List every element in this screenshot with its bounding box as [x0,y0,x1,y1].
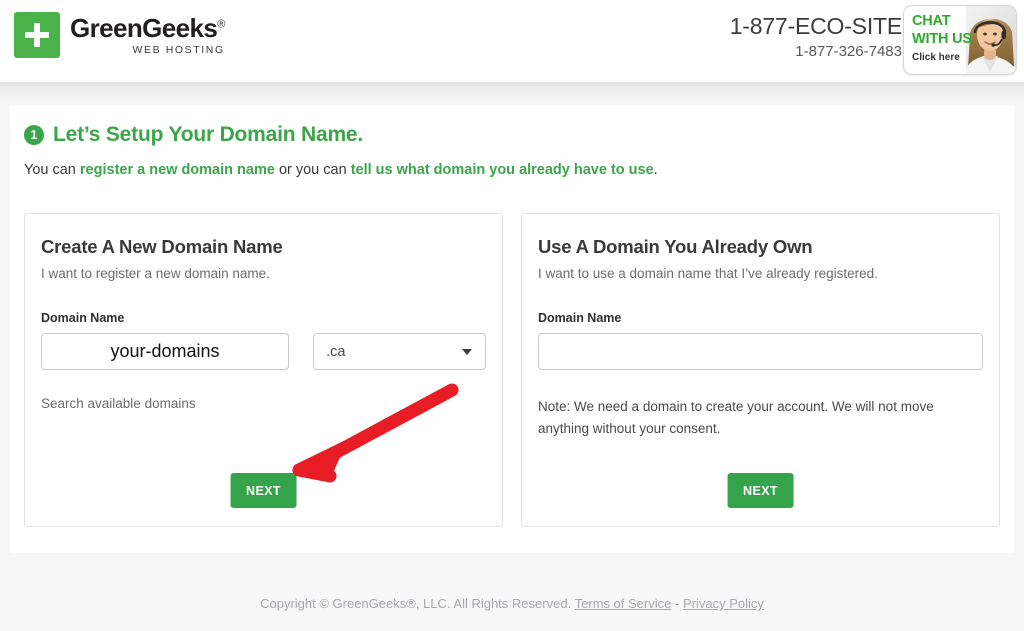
step-number-badge: 1 [24,125,44,145]
chevron-down-icon [462,348,472,355]
intro-part-1: You can [24,162,80,178]
tld-selected-value: .ca [326,343,346,360]
phone-vanity: 1-877-ECO-SITE [729,13,903,39]
search-available-domains-text: Search available domains [41,396,196,411]
use-existing-domain-card: Use A Domain You Already Own I want to u… [521,213,1000,527]
new-domain-name-input[interactable] [41,333,290,370]
support-agent-photo [966,6,1016,74]
logo-name-text: GreenGeeks [70,12,218,43]
use-existing-domain-link[interactable]: tell us what domain you already have to … [351,162,654,178]
chat-line-2: WITH US [912,30,972,47]
brand-logo[interactable]: GreenGeeks® WEB HOSTING [14,12,225,58]
page-title: Let’s Setup Your Domain Name. [53,123,364,146]
header-divider-band [0,82,1024,105]
existing-domain-name-input[interactable] [538,333,983,370]
card-title: Create A New Domain Name [41,236,283,257]
domain-input-row [538,333,983,370]
domain-requirement-note: Note: We need a domain to create your ac… [538,399,934,436]
logo-text: GreenGeeks® WEB HOSTING [70,15,225,56]
chat-line-1: CHAT [912,13,951,29]
logo-tagline: WEB HOSTING [132,43,225,56]
chat-with-us-button[interactable]: CHAT WITH US Click here [903,5,1017,75]
domain-name-label: Domain Name [41,311,125,325]
domain-name-label: Domain Name [538,311,622,325]
intro-part-2: or you can [274,162,351,178]
copyright-text: Copyright © GreenGeeks®, LLC. All Rights… [260,596,572,611]
next-button-left-card[interactable]: NEXT [230,473,297,508]
card-subtitle: I want to use a domain name that I’ve al… [538,266,878,281]
support-phone-block: 1-877-ECO-SITE 1-877-326-7483 [729,12,903,63]
next-button-right-card[interactable]: NEXT [727,473,794,508]
footer-separator: - [675,596,680,611]
card-title: Use A Domain You Already Own [538,236,813,257]
content-panel: 1 Let’s Setup Your Domain Name. You can … [10,105,1014,553]
domain-input-row: .ca [41,333,486,370]
card-subtitle: I want to register a new domain name. [41,266,270,281]
tld-dropdown[interactable]: .ca [313,333,486,370]
intro-text: You can register a new domain name or yo… [24,162,658,178]
terms-of-service-link[interactable]: Terms of Service [575,596,672,611]
logo-registered-mark: ® [217,18,225,31]
domain-option-cards: Create A New Domain Name I want to regis… [24,213,1000,527]
chat-cta: Click here [912,52,960,64]
logo-name: GreenGeeks® [70,15,225,41]
site-footer: Copyright © GreenGeeks®, LLC. All Rights… [0,596,1024,611]
create-new-domain-card: Create A New Domain Name I want to regis… [24,213,503,527]
site-header: GreenGeeks® WEB HOSTING 1-877-ECO-SITE 1… [0,0,1024,82]
intro-part-3: . [653,162,658,178]
plus-icon [14,12,60,58]
privacy-policy-link[interactable]: Privacy Policy [683,596,764,611]
step-heading: 1 Let’s Setup Your Domain Name. [24,123,363,147]
register-new-domain-link[interactable]: register a new domain name [80,162,275,178]
phone-numeric: 1-877-326-7483 [795,42,902,60]
chat-label-group: CHAT WITH US Click here [912,13,972,63]
